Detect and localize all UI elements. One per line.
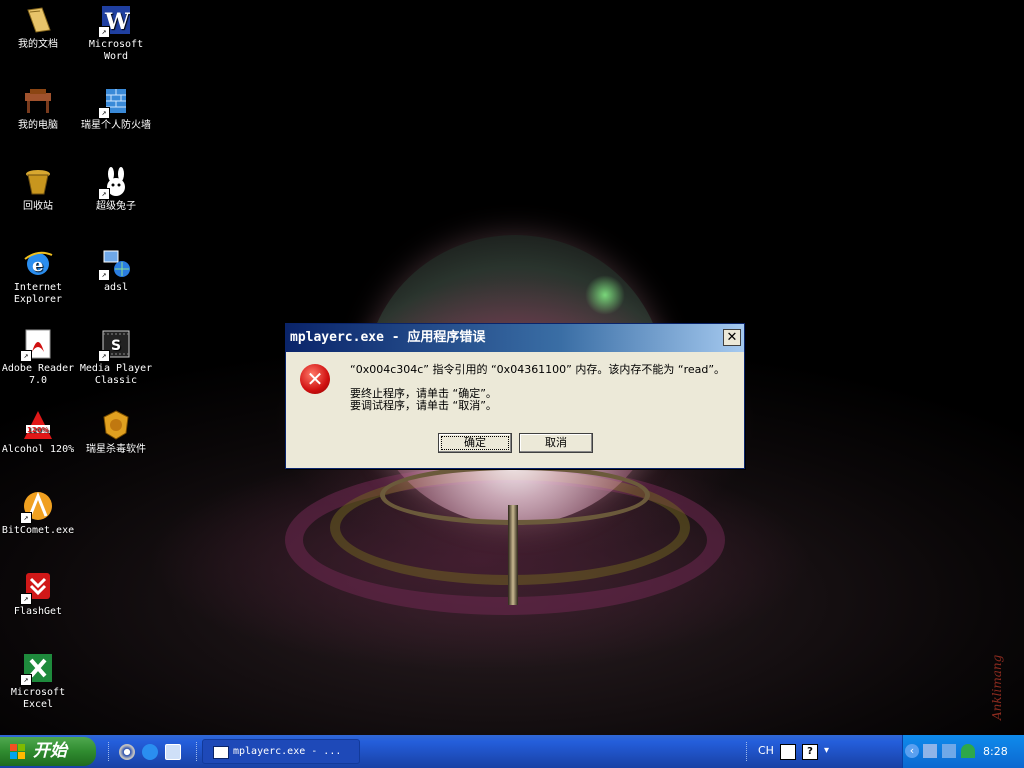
icon-label: Microsoft Word <box>88 39 144 62</box>
error-icon: ✕ <box>300 364 330 394</box>
shortcut-arrow-icon: ↗ <box>20 512 32 524</box>
shortcut-arrow-icon: ↗ <box>98 350 110 362</box>
cancel-button[interactable]: 取消 <box>519 433 593 453</box>
media-player-icon: S ↗ <box>98 328 132 362</box>
desktop-icon-microsoft-excel[interactable]: ↗ Microsoft Excel <box>0 652 76 711</box>
taskbar: 开始 mplayerc.exe - ... CH ? ▾ ‹ 8:28 <box>0 735 1024 768</box>
window-icon <box>213 746 229 759</box>
desktop-icon-my-computer[interactable]: 我的电脑 <box>0 85 76 132</box>
error-dialog: mplayerc.exe - 应用程序错误 ✕ ✕ “0x004c304c” 指… <box>285 323 745 469</box>
taskbar-window-button[interactable]: mplayerc.exe - ... <box>202 739 360 764</box>
antivirus-umbrella-icon[interactable] <box>961 744 975 758</box>
desktop-icon-internet-explorer[interactable]: e Internet Explorer <box>0 247 76 306</box>
network-icon[interactable] <box>923 744 937 758</box>
windows-logo-icon <box>10 744 25 759</box>
toolbar-grip[interactable] <box>108 742 112 761</box>
icon-label: BitComet.exe <box>1 525 75 536</box>
shortcut-arrow-icon: ↗ <box>98 26 110 38</box>
icon-label: Media Player Classic <box>79 363 153 386</box>
instruction-debug: 要调试程序，请单击 “取消”。 <box>350 399 497 412</box>
icon-label: adsl <box>103 282 129 293</box>
icon-label: Alcohol 120% <box>1 444 75 455</box>
icon-label: 我的文档 <box>18 39 58 50</box>
show-hidden-icons-chevron-icon[interactable]: ‹ <box>905 744 919 758</box>
taskbar-window-label: mplayerc.exe - ... <box>233 746 342 757</box>
icon-label: 超级兔子 <box>96 201 136 212</box>
computer-desk-icon <box>22 85 54 117</box>
wallpaper-signature: Anklimang <box>990 654 1004 720</box>
desktop-icon-alcohol[interactable]: 120% Alcohol 120% <box>0 409 76 456</box>
desktop-icon-adsl[interactable]: ↗ adsl <box>78 247 154 294</box>
desktop-icon-microsoft-word[interactable]: W ↗ Microsoft Word <box>78 4 154 63</box>
system-tray: ‹ 8:28 <box>902 735 1024 768</box>
options-menu-icon[interactable]: ▾ <box>824 744 838 758</box>
icon-label: 瑞星个人防火墙 <box>81 120 151 131</box>
dialog-title-bar[interactable]: mplayerc.exe - 应用程序错误 <box>286 324 744 352</box>
icon-label: 回收站 <box>23 201 53 212</box>
shortcut-arrow-icon: ↗ <box>20 350 32 362</box>
bitcomet-icon: ↗ <box>20 490 54 524</box>
adobe-reader-icon: ↗ <box>20 328 54 362</box>
antivirus-lion-icon <box>100 409 132 441</box>
internet-explorer-icon: e <box>22 247 54 279</box>
svg-text:S: S <box>111 338 121 354</box>
dialog-title: mplayerc.exe - 应用程序错误 <box>290 330 486 345</box>
wallpaper-stand-leg <box>508 505 518 605</box>
flashget-icon: ↗ <box>20 571 54 605</box>
desktop-icon-super-rabbit[interactable]: ↗ 超级兔子 <box>78 166 154 213</box>
toolbar-grip[interactable] <box>196 742 200 761</box>
folder-scroll-icon <box>22 4 54 36</box>
firewall-tray-icon[interactable] <box>942 744 956 758</box>
desktop-icon-recycle-bin[interactable]: 回收站 <box>0 166 76 213</box>
start-label: 开始 <box>33 741 67 761</box>
start-button[interactable]: 开始 <box>0 737 96 766</box>
desktop-icon-flashget[interactable]: ↗ FlashGet <box>0 571 76 618</box>
network-connection-icon: ↗ <box>98 247 132 281</box>
desktop-icon-media-player-classic[interactable]: S ↗ Media Player Classic <box>78 328 154 387</box>
excel-icon: ↗ <box>20 652 54 686</box>
toolbar-grip[interactable] <box>746 742 750 761</box>
icon-label: 瑞星杀毒软件 <box>86 444 146 455</box>
icon-label: Internet Explorer <box>13 282 63 305</box>
desktop-icon-rising-firewall[interactable]: ↗ 瑞星个人防火墙 <box>78 85 154 132</box>
media-player-quicklaunch-icon[interactable] <box>119 744 135 760</box>
shortcut-arrow-icon: ↗ <box>98 269 110 281</box>
desktop-icon-adobe-reader[interactable]: ↗ Adobe Reader 7.0 <box>0 328 76 387</box>
language-indicator[interactable]: CH <box>758 744 774 757</box>
word-icon: W ↗ <box>98 4 132 38</box>
desktop-icon-bitcomet[interactable]: ↗ BitComet.exe <box>0 490 76 537</box>
icon-label: Microsoft Excel <box>10 687 66 710</box>
internet-explorer-quicklaunch-icon[interactable] <box>142 744 158 760</box>
error-message-line: “0x004c304c” 指令引用的 “0x04361100” 内存。该内存不能… <box>350 363 726 376</box>
recycle-bin-icon <box>22 166 54 198</box>
wallpaper-highlight <box>585 275 625 315</box>
svg-text:120%: 120% <box>27 426 49 434</box>
desktop-icon-rising-antivirus[interactable]: 瑞星杀毒软件 <box>78 409 154 456</box>
firewall-icon: ↗ <box>98 85 132 119</box>
keyboard-layout-icon[interactable] <box>780 744 796 760</box>
shortcut-arrow-icon: ↗ <box>98 107 110 119</box>
svg-text:e: e <box>32 255 43 276</box>
close-button[interactable]: ✕ <box>723 329 741 346</box>
shortcut-arrow-icon: ↗ <box>98 188 110 200</box>
alcohol-icon: 120% <box>22 409 54 441</box>
shortcut-arrow-icon: ↗ <box>20 674 32 686</box>
icon-label: 我的电脑 <box>18 120 58 131</box>
help-icon[interactable]: ? <box>802 744 818 760</box>
show-desktop-quicklaunch-icon[interactable] <box>165 744 181 760</box>
icon-label: Adobe Reader 7.0 <box>1 363 75 386</box>
rabbit-icon: ↗ <box>98 166 132 200</box>
shortcut-arrow-icon: ↗ <box>20 593 32 605</box>
ok-button[interactable]: 确定 <box>438 433 512 453</box>
icon-label: FlashGet <box>13 606 63 617</box>
clock[interactable]: 8:28 <box>983 745 1008 758</box>
desktop-icon-my-documents[interactable]: 我的文档 <box>0 4 76 51</box>
